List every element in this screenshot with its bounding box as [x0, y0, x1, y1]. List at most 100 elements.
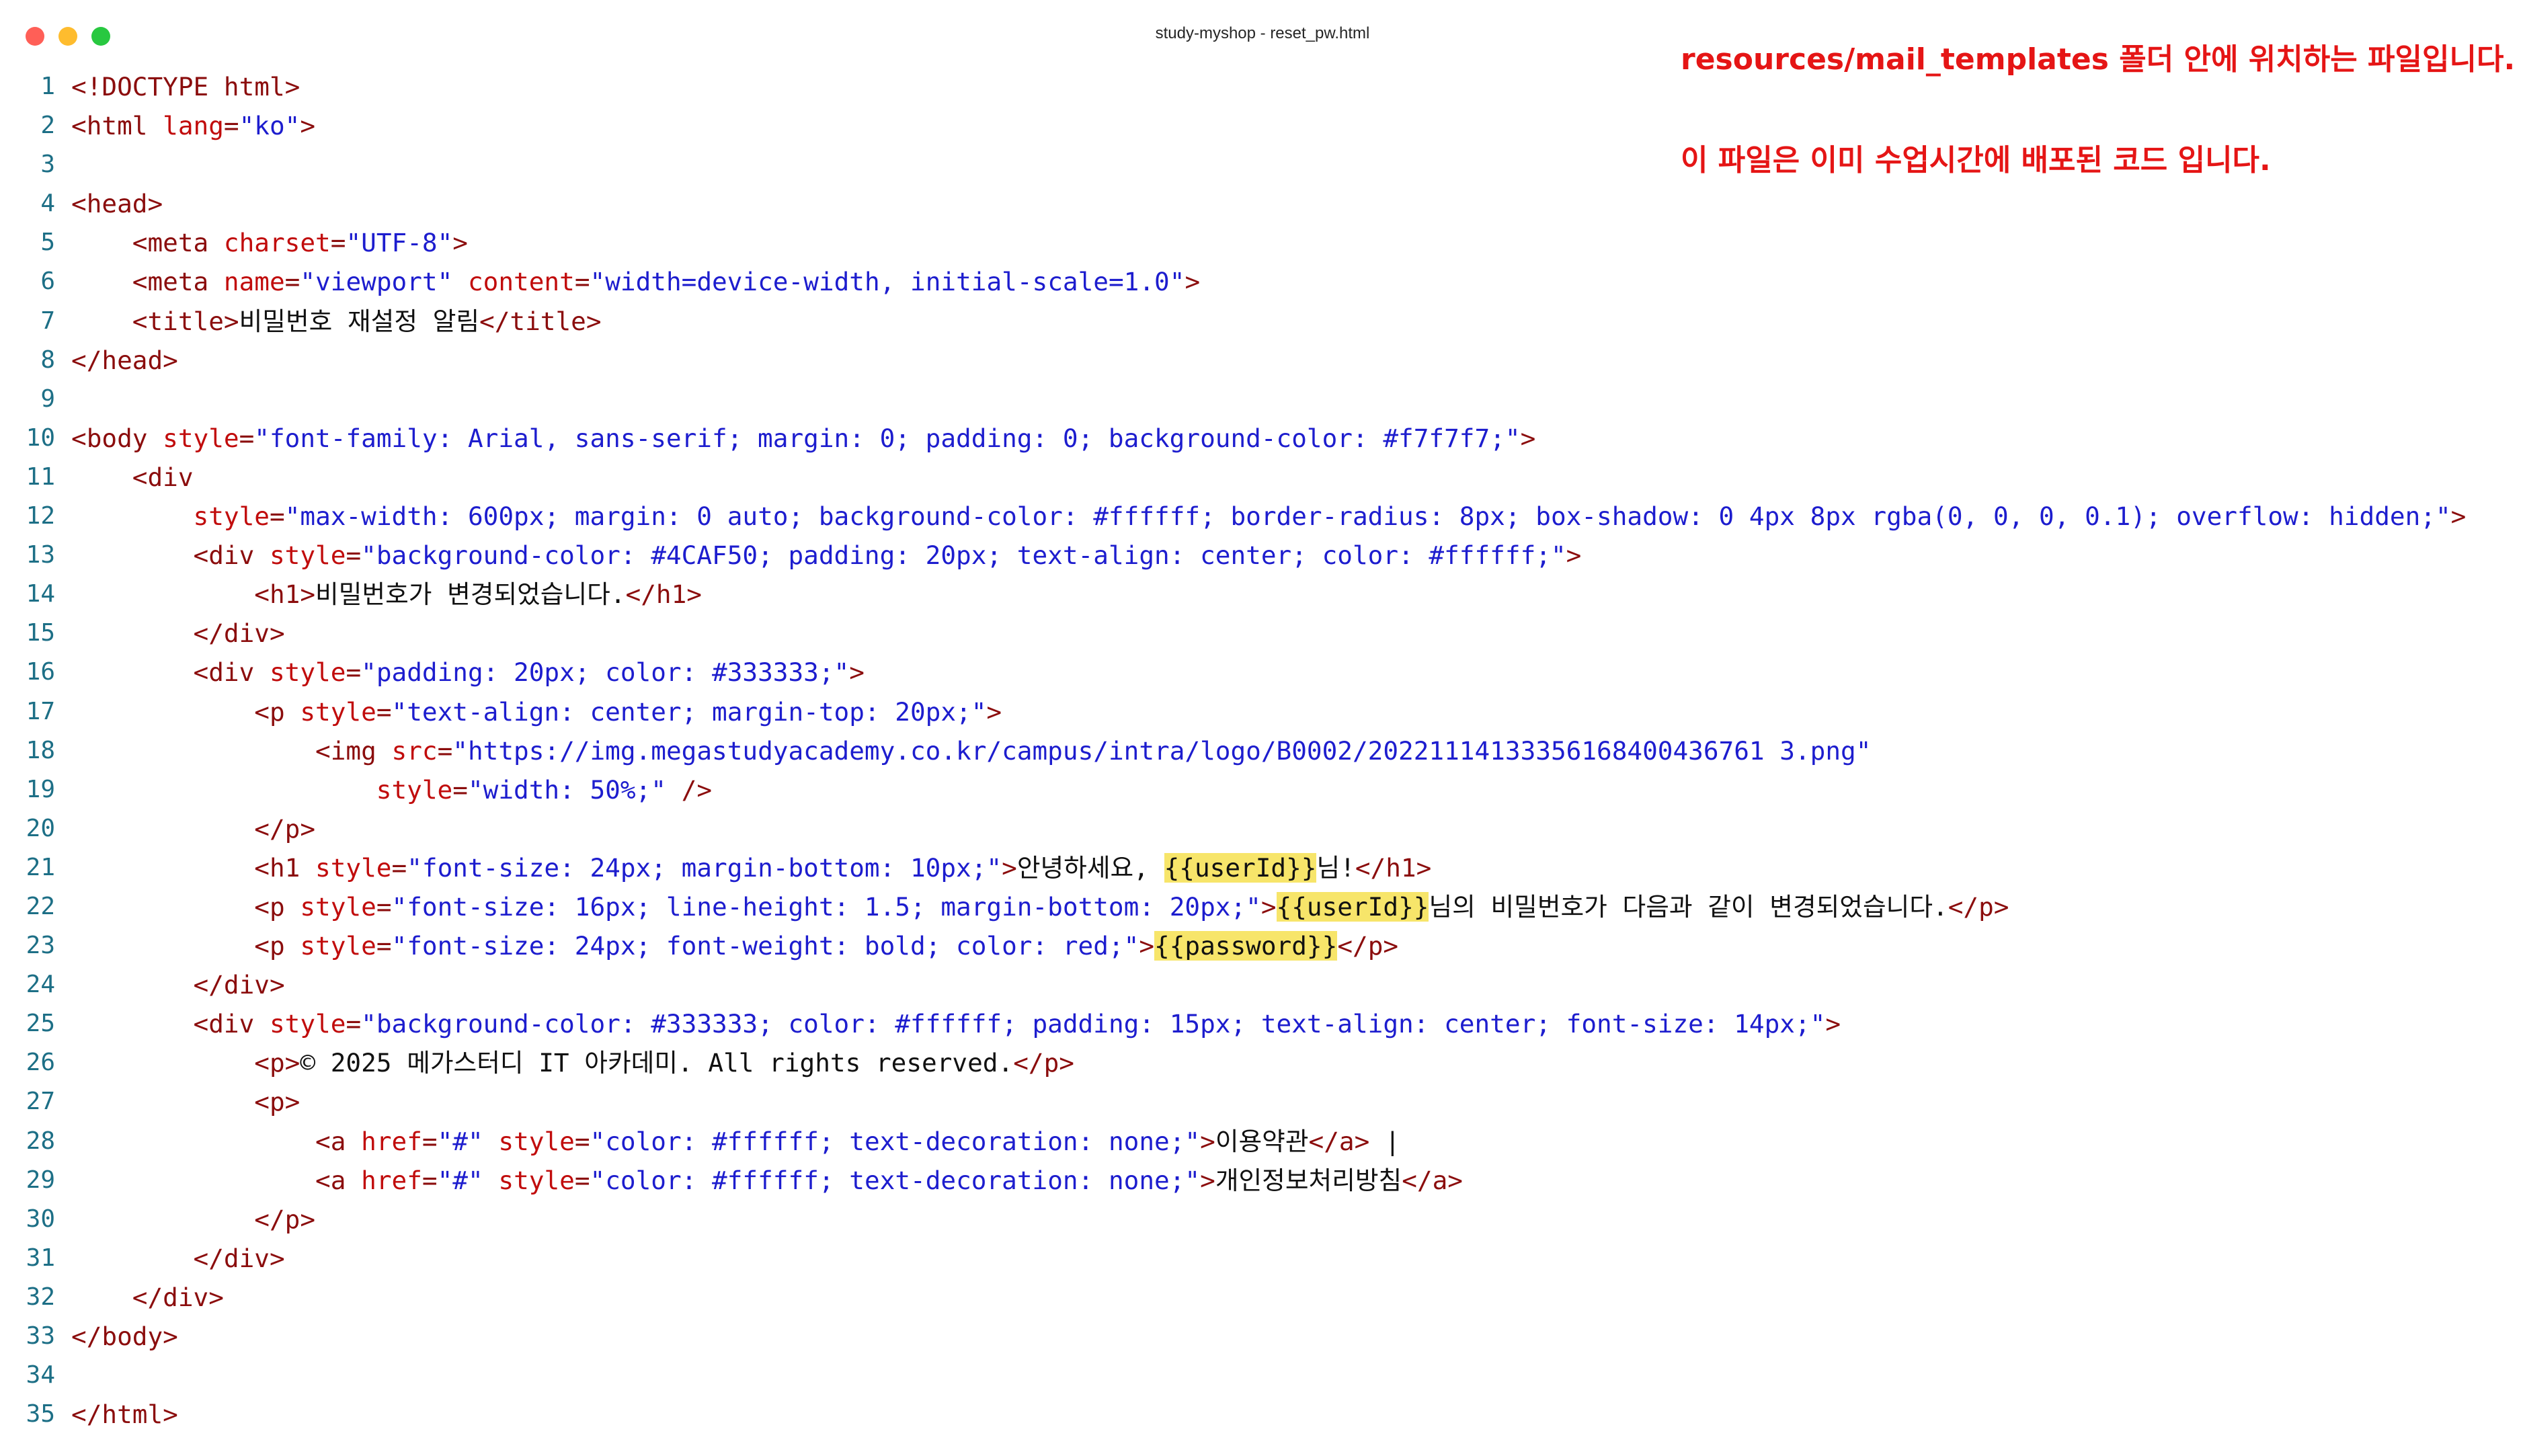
- code-tag-token: >: [1139, 931, 1155, 961]
- code-tag-token: <head>: [71, 189, 163, 219]
- code-string-token: "width: 50%;": [467, 774, 666, 805]
- code-tag-token: >: [1566, 540, 1582, 571]
- code-text: <div: [71, 458, 194, 497]
- code-tag-token: =: [437, 735, 453, 766]
- code-tag-token: =: [376, 696, 392, 727]
- line-number: 1: [40, 73, 55, 100]
- code-tag-token: <meta: [132, 228, 224, 258]
- code-tag-token: >: [1260, 891, 1277, 922]
- code-text: </head>: [71, 341, 178, 380]
- line-number: 9: [40, 385, 55, 413]
- code-tag-token: >: [1520, 423, 1536, 453]
- code-tag-token: <div: [193, 1009, 270, 1039]
- code-tag-token: <title>: [132, 306, 239, 336]
- code-tag-token: >: [849, 657, 865, 688]
- code-text: style="width: 50%;" />: [71, 770, 712, 809]
- line-number: 28: [26, 1127, 55, 1155]
- code-tag-token: <a: [315, 1126, 362, 1156]
- code-attribute-token: style: [269, 1009, 346, 1039]
- code-tag-token: >: [1200, 1165, 1215, 1195]
- code-text: <body style="font-family: Arial, sans-se…: [71, 419, 1535, 458]
- code-text: </p>: [71, 809, 315, 848]
- code-tag-token: =: [574, 267, 590, 297]
- code-tag-token: <a: [315, 1165, 362, 1195]
- code-tag-token: </div>: [193, 970, 285, 1000]
- code-tag-token: <img: [315, 735, 392, 766]
- line-number: 34: [26, 1361, 55, 1389]
- line-number: 20: [26, 814, 55, 842]
- code-tag-token: </p>: [1013, 1048, 1074, 1078]
- code-tag-token: =: [269, 501, 285, 532]
- code-tag-token: =: [346, 540, 362, 571]
- code-text: <meta charset="UTF-8">: [71, 223, 468, 262]
- code-tag-token: =: [422, 1126, 438, 1156]
- code-tag-token: <html: [71, 111, 163, 141]
- line-number: 33: [26, 1322, 55, 1350]
- code-string-token: "text-align: center; margin-top: 20px;": [391, 696, 987, 727]
- code-attribute-token: src: [391, 735, 438, 766]
- code-tag-token: >: [2450, 501, 2467, 532]
- editor-window: study-myshop - reset_pw.html resources/m…: [0, 0, 2525, 1456]
- template-variable-highlight: {{userId}}: [1164, 852, 1317, 883]
- template-variable-highlight: {{password}}: [1154, 931, 1338, 961]
- code-string-token: "viewport": [300, 267, 453, 297]
- line-number: 31: [26, 1244, 55, 1272]
- code-text-token: 님의 비밀번호가 다음과 같이 변경되었습니다.: [1429, 891, 1948, 922]
- code-text: <title>비밀번호 재설정 알림</title>: [71, 302, 602, 341]
- code-text: <p style="font-size: 24px; font-weight: …: [71, 926, 1398, 965]
- code-attribute-token: style: [498, 1126, 575, 1156]
- line-number: 2: [40, 112, 55, 140]
- annotation-location-note: resources/mail_templates 폴더 안에 위치하는 파일입니…: [1681, 42, 2516, 77]
- code-tag-token: </p>: [1337, 931, 1399, 961]
- line-number: 8: [40, 346, 55, 374]
- code-tag-token: <p: [254, 931, 300, 961]
- line-number: 16: [26, 658, 55, 686]
- code-attribute-token: href: [361, 1126, 422, 1156]
- code-text: <!DOCTYPE html>: [71, 67, 300, 106]
- code-tag-token: </p>: [254, 813, 316, 844]
- code-string-token: "font-size: 24px; font-weight: bold; col…: [391, 931, 1139, 961]
- code-tag-token: <body: [71, 423, 163, 453]
- line-number: 17: [26, 697, 55, 725]
- line-number: 14: [26, 580, 55, 608]
- code-text-token: 개인정보처리방침: [1215, 1165, 1402, 1195]
- code-tag-token: =: [239, 423, 255, 453]
- line-number: 29: [26, 1166, 55, 1194]
- line-number: 30: [26, 1205, 55, 1233]
- code-tag-token: >: [1002, 852, 1017, 883]
- code-text-token: 비밀번호 재설정 알림: [239, 306, 480, 336]
- code-attribute-token: style: [300, 931, 376, 961]
- code-tag-token: >: [1185, 267, 1201, 297]
- annotation-notes: resources/mail_templates 폴더 안에 위치하는 파일입니…: [1681, 40, 2515, 242]
- line-number: 32: [26, 1283, 55, 1311]
- code-string-token: "#": [437, 1165, 483, 1195]
- line-number: 26: [26, 1049, 55, 1077]
- code-tag-token: >: [452, 228, 468, 258]
- code-text: <div style="background-color: #4CAF50; p…: [71, 536, 1582, 575]
- code-string-token: "font-size: 24px; margin-bottom: 10px;": [407, 852, 1002, 883]
- code-text: <html lang="ko">: [71, 106, 315, 145]
- code-string-token: "color: #ffffff; text-decoration: none;": [590, 1126, 1201, 1156]
- code-attribute-token: style: [315, 852, 392, 883]
- code-tag-token: >: [986, 696, 1002, 727]
- code-string-token: "font-size: 16px; line-height: 1.5; marg…: [391, 891, 1261, 922]
- line-number: 10: [26, 423, 55, 452]
- line-number: 7: [40, 307, 55, 335]
- code-tag-token: <div: [132, 462, 194, 492]
- code-attribute-token: charset: [223, 228, 331, 258]
- code-text: <div style="background-color: #333333; c…: [71, 1004, 1841, 1043]
